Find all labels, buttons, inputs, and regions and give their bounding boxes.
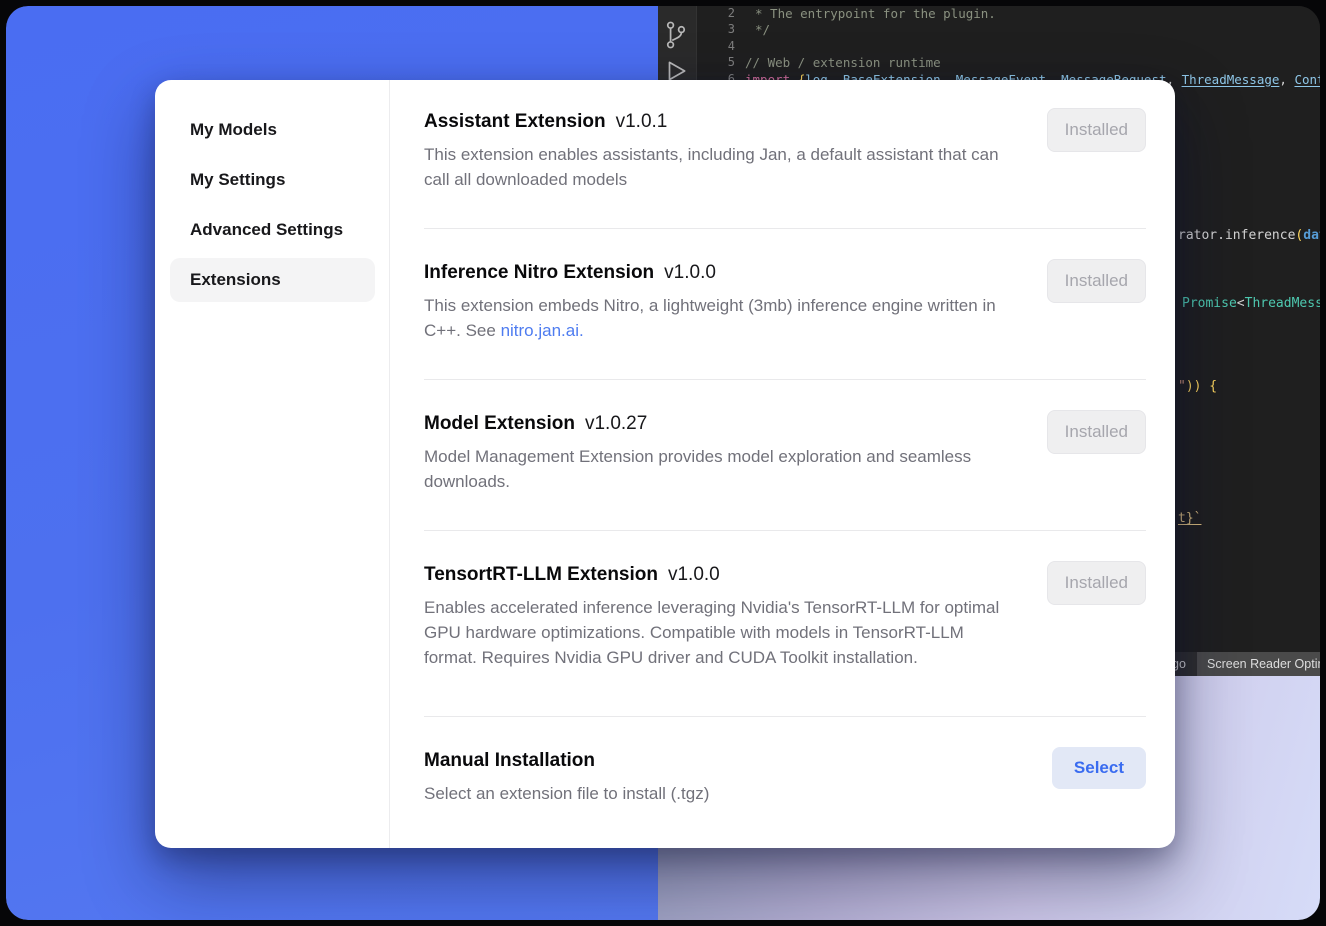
extension-info: Manual Installation Select an extension … bbox=[424, 747, 709, 806]
extension-name: TensortRT-LLM Extension bbox=[424, 564, 658, 585]
code-type: Promise bbox=[1182, 296, 1237, 311]
select-file-button[interactable]: Select bbox=[1052, 747, 1146, 789]
sidebar-item-label: My Models bbox=[190, 120, 277, 140]
extension-name: Model Extension bbox=[424, 413, 575, 434]
extension-row-tensorrt-llm: TensortRT-LLM Extension v1.0.0 Enables ac… bbox=[424, 531, 1146, 717]
code-line-comment: // Web / extension runtime bbox=[745, 55, 941, 70]
extension-description: Model Management Extension provides mode… bbox=[424, 444, 1009, 494]
sidebar-item-label: Advanced Settings bbox=[190, 220, 343, 240]
extension-info: Assistant Extension v1.0.1 This extension… bbox=[424, 108, 1009, 192]
source-control-icon[interactable] bbox=[663, 18, 689, 57]
extension-title: Model Extension v1.0.27 bbox=[424, 410, 1009, 438]
code-variable: data bbox=[1303, 228, 1320, 243]
extension-row-assistant: Assistant Extension v1.0.1 This extension… bbox=[424, 108, 1146, 229]
code-identifier: ThreadMessage bbox=[1182, 72, 1280, 87]
sidebar-item-my-settings[interactable]: My Settings bbox=[170, 158, 375, 202]
sidebar-item-extensions[interactable]: Extensions bbox=[170, 258, 375, 302]
code-snippet: Promise<ThreadMessage> bbox=[1182, 296, 1320, 312]
extension-name: Assistant Extension bbox=[424, 111, 606, 132]
code-snippet: rator.inference(data)); bbox=[1178, 228, 1320, 244]
manual-installation-description: Select an extension file to install (.tg… bbox=[424, 781, 709, 806]
code-snippet: ")) { bbox=[1178, 379, 1217, 395]
code-angle: < bbox=[1237, 296, 1245, 311]
sidebar-item-label: Extensions bbox=[190, 270, 281, 290]
installed-button[interactable]: Installed bbox=[1047, 561, 1146, 605]
extension-name: Manual Installation bbox=[424, 750, 595, 771]
extension-version: v1.0.0 bbox=[664, 262, 716, 283]
extension-info: Inference Nitro Extension v1.0.0 This ext… bbox=[424, 259, 1009, 343]
extension-info: Model Extension v1.0.27 Model Management … bbox=[424, 410, 1009, 494]
extensions-list: Assistant Extension v1.0.1 This extension… bbox=[390, 80, 1175, 848]
settings-sidebar: My Models My Settings Advanced Settings … bbox=[155, 80, 390, 848]
code-line-comment: * The entrypoint for the plugin. bbox=[755, 6, 996, 21]
extension-description: Enables accelerated inference leveraging… bbox=[424, 595, 1009, 670]
line-number: 3 bbox=[711, 22, 735, 37]
extension-name: Inference Nitro Extension bbox=[424, 262, 654, 283]
settings-modal: My Models My Settings Advanced Settings … bbox=[155, 80, 1175, 848]
code-snippet: t}` bbox=[1178, 511, 1201, 527]
extension-row-inference-nitro: Inference Nitro Extension v1.0.0 This ext… bbox=[424, 229, 1146, 380]
manual-installation-title: Manual Installation bbox=[424, 747, 709, 775]
code-type: ThreadMessage bbox=[1245, 296, 1320, 311]
screenshot-stage: 2 3 4 5 6 * The entrypoint for the plugi… bbox=[0, 0, 1326, 926]
extension-description: This extension embeds Nitro, a lightweig… bbox=[424, 293, 1009, 343]
code-string: " bbox=[1178, 379, 1186, 394]
code-brace: )) { bbox=[1186, 379, 1217, 394]
extension-title: Assistant Extension v1.0.1 bbox=[424, 108, 1009, 136]
extension-version: v1.0.27 bbox=[585, 413, 647, 434]
desktop-frame: 2 3 4 5 6 * The entrypoint for the plugi… bbox=[6, 6, 1320, 920]
extension-row-model: Model Extension v1.0.27 Model Management … bbox=[424, 380, 1146, 531]
code-text: rator. bbox=[1178, 228, 1225, 243]
line-number: 5 bbox=[711, 55, 735, 70]
extension-title: Inference Nitro Extension v1.0.0 bbox=[424, 259, 1009, 287]
extension-info: TensortRT-LLM Extension v1.0.0 Enables ac… bbox=[424, 561, 1009, 670]
installed-button[interactable]: Installed bbox=[1047, 259, 1146, 303]
extension-version: v1.0.0 bbox=[668, 564, 720, 585]
screen-reader-status-item[interactable]: Screen Reader Optimized bbox=[1197, 652, 1320, 676]
extension-title: TensortRT-LLM Extension v1.0.0 bbox=[424, 561, 1009, 589]
installed-button[interactable]: Installed bbox=[1047, 410, 1146, 454]
code-line-comment: */ bbox=[755, 22, 770, 37]
code-function: inference bbox=[1225, 228, 1295, 243]
nitro-jan-ai-link[interactable]: nitro.jan.ai. bbox=[501, 321, 584, 340]
sidebar-item-advanced-settings[interactable]: Advanced Settings bbox=[170, 208, 375, 252]
line-number: 2 bbox=[711, 6, 735, 21]
extension-description: This extension enables assistants, inclu… bbox=[424, 142, 1009, 192]
installed-button[interactable]: Installed bbox=[1047, 108, 1146, 152]
code-comma: , bbox=[1279, 72, 1294, 87]
sidebar-item-my-models[interactable]: My Models bbox=[170, 108, 375, 152]
manual-installation-row: Manual Installation Select an extension … bbox=[424, 717, 1146, 842]
code-identifier: ContentType bbox=[1294, 72, 1320, 87]
sidebar-item-label: My Settings bbox=[190, 170, 285, 190]
extension-version: v1.0.1 bbox=[616, 111, 668, 132]
line-number: 4 bbox=[711, 39, 735, 54]
